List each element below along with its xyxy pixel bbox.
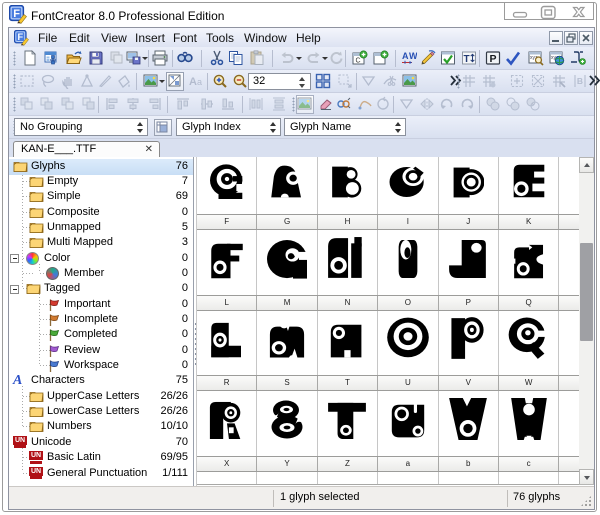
svg-text:T: T	[463, 54, 469, 65]
svg-text:C: C	[355, 58, 360, 65]
svg-text:a: a	[197, 77, 202, 87]
svg-text:F: F	[13, 8, 20, 20]
svg-text:B: B	[577, 76, 583, 86]
svg-text:A: A	[189, 76, 197, 88]
svg-text:P: P	[489, 53, 496, 65]
svg-text:W: W	[409, 51, 417, 61]
svg-text:A: A	[402, 51, 409, 61]
svg-text:F: F	[18, 32, 24, 42]
